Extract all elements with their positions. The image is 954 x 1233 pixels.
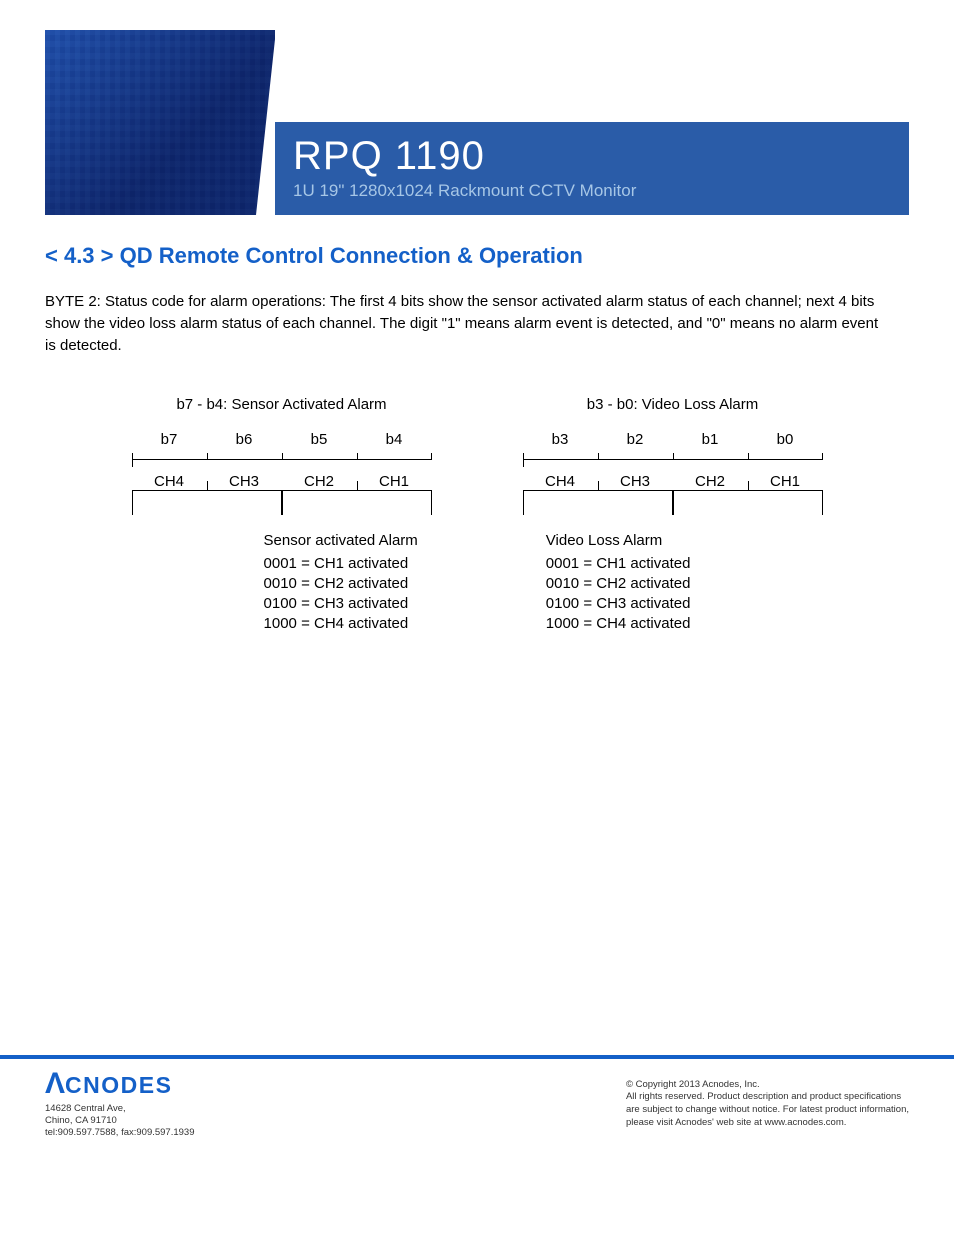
product-desc: 1U 19" 1280x1024 Rackmount CCTV Monitor [293, 181, 891, 201]
sensor-code-3: 0100 = CH3 activated [264, 594, 418, 614]
address-line-3: tel:909.597.7588, fax:909.597.1939 [45, 1127, 195, 1139]
bit-label-b4: b4 [357, 431, 432, 453]
sensor-alarm-column: b7 - b4: Sensor Activated Alarm b7 b6 b5… [131, 396, 432, 515]
bit-diagram: b7 - b4: Sensor Activated Alarm b7 b6 b5… [45, 396, 909, 515]
sensor-code-2: 0010 = CH2 activated [264, 574, 418, 594]
copy-line-3: are subject to change without notice. Fo… [626, 1104, 909, 1117]
video-code-4: 1000 = CH4 activated [546, 614, 691, 634]
sensor-code-1: 0001 = CH1 activated [264, 554, 418, 574]
ch-label-ch4-r: CH4 [523, 467, 598, 490]
company-logo: Λ CNODES [45, 1067, 195, 1101]
ch-label-ch2-r: CH2 [673, 467, 748, 490]
header-image [45, 30, 275, 215]
video-heading: b3 - b0: Video Loss Alarm [587, 396, 759, 413]
bit-label-b3: b3 [523, 431, 598, 453]
ch-label-ch2: CH2 [282, 467, 357, 490]
logo-text: CNODES [65, 1072, 172, 1099]
bit-label-b2: b2 [598, 431, 673, 453]
bit-label-b7: b7 [132, 431, 207, 453]
sensor-code-4: 1000 = CH4 activated [264, 614, 418, 634]
video-loss-title: Video Loss Alarm [546, 531, 691, 551]
copy-line-2: All rights reserved. Product description… [626, 1091, 909, 1104]
ch-label-ch1: CH1 [357, 467, 432, 490]
sensor-alarm-codes: Sensor activated Alarm 0001 = CH1 activa… [264, 531, 418, 634]
address-line-2: Chino, CA 91710 [45, 1115, 195, 1127]
video-loss-column: b3 - b0: Video Loss Alarm b3 b2 b1 b0 CH… [522, 396, 823, 515]
ch-label-ch3-r: CH3 [598, 467, 673, 490]
bit-label-b1: b1 [673, 431, 748, 453]
video-code-2: 0010 = CH2 activated [546, 574, 691, 594]
alarm-code-lists: Sensor activated Alarm 0001 = CH1 activa… [45, 531, 909, 634]
sensor-alarm-title: Sensor activated Alarm [264, 531, 418, 551]
byte2-description: BYTE 2: Status code for alarm operations… [45, 291, 909, 356]
ch-label-ch1-r: CH1 [748, 467, 823, 490]
section-title: < 4.3 > QD Remote Control Connection & O… [45, 243, 909, 269]
video-code-1: 0001 = CH1 activated [546, 554, 691, 574]
copy-line-4: please visit Acnodes' web site at www.ac… [626, 1117, 909, 1130]
ch-label-ch3: CH3 [207, 467, 282, 490]
product-name: RPQ 1190 [293, 134, 891, 179]
address-line-1: 14628 Central Ave, [45, 1103, 195, 1115]
ch-label-ch4: CH4 [132, 467, 207, 490]
logo-glyph: Λ [45, 1067, 65, 1101]
video-code-3: 0100 = CH3 activated [546, 594, 691, 614]
bit-label-b5: b5 [282, 431, 357, 453]
bit-label-b6: b6 [207, 431, 282, 453]
bit-label-b0: b0 [748, 431, 823, 453]
copy-line-1: © Copyright 2013 Acnodes, Inc. [626, 1079, 909, 1092]
video-loss-codes: Video Loss Alarm 0001 = CH1 activated 00… [546, 531, 691, 634]
page-footer: Λ CNODES 14628 Central Ave, Chino, CA 91… [0, 1055, 954, 1170]
header-text-area: RPQ 1190 1U 19" 1280x1024 Rackmount CCTV… [275, 30, 909, 215]
header-banner: RPQ 1190 1U 19" 1280x1024 Rackmount CCTV… [45, 30, 909, 215]
sensor-heading: b7 - b4: Sensor Activated Alarm [176, 396, 386, 413]
